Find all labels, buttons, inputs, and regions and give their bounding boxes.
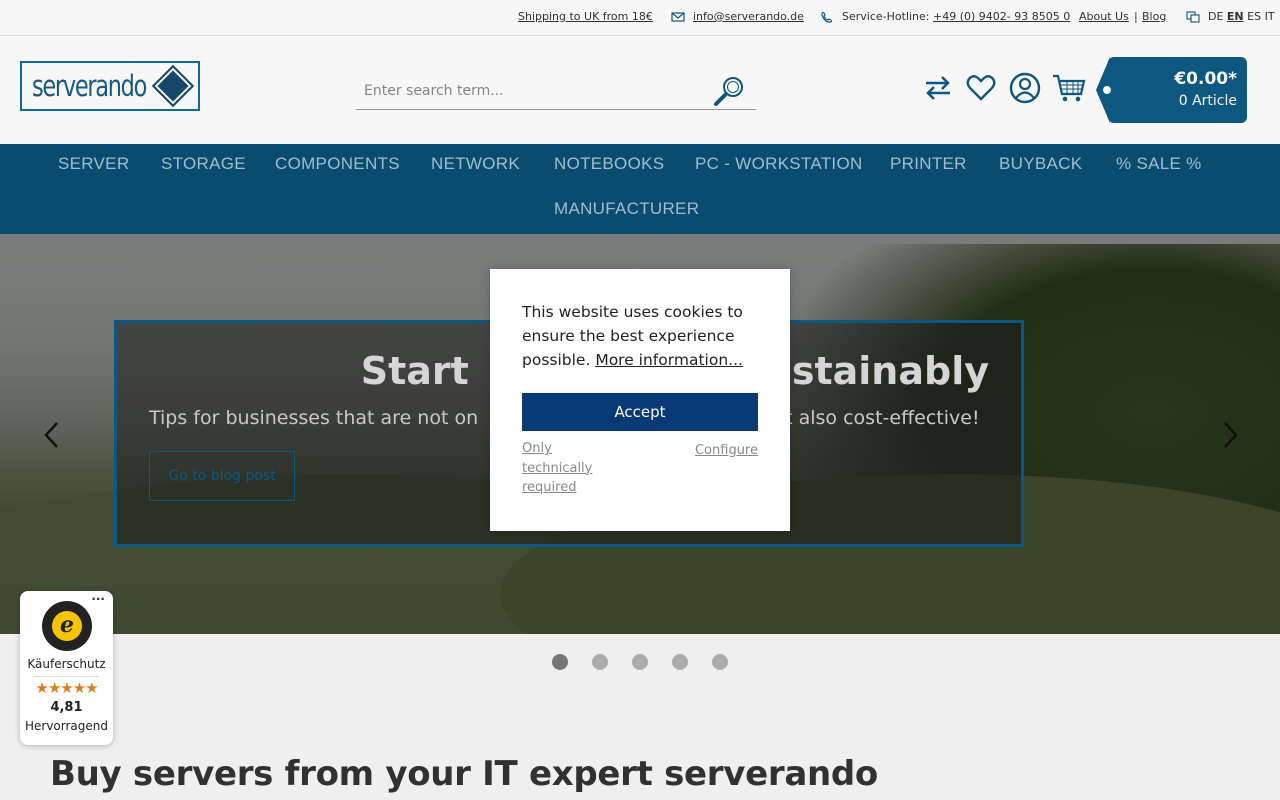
language-icon: [1186, 11, 1200, 23]
phone-icon: [821, 11, 833, 23]
slider-dot-3[interactable]: [632, 654, 648, 670]
configure-link[interactable]: Configure: [695, 443, 758, 458]
hotline-number-link[interactable]: +49 (0) 9402- 93 8505 0: [933, 10, 1070, 23]
more-information-link[interactable]: More information...: [595, 351, 743, 369]
nav-item-printer[interactable]: PRINTER: [890, 154, 967, 174]
nav-item-buyback[interactable]: BUYBACK: [999, 154, 1082, 174]
lang-es[interactable]: ES: [1247, 10, 1261, 23]
hero-subtitle-right: t also cost-effective!: [785, 407, 980, 429]
nav-item-manufacturer[interactable]: MANUFACTURER: [554, 199, 699, 219]
nav-item-server[interactable]: SERVER: [58, 154, 129, 174]
cart-tag-hole: [1103, 86, 1111, 94]
only-required-link[interactable]: Only technically required: [522, 439, 612, 498]
rating-stars-icon: ★★★★★: [35, 679, 98, 697]
about-us-link[interactable]: About Us: [1079, 10, 1129, 23]
slider-dot-2[interactable]: [592, 654, 608, 670]
nav-item-components[interactable]: COMPONENTS: [275, 154, 400, 174]
slider-dots: [0, 634, 1280, 690]
hotline-group: Service-Hotline: +49 (0) 9402- 93 8505 0: [820, 10, 1070, 23]
nav-item-storage[interactable]: STORAGE: [161, 154, 246, 174]
slider-prev-arrow-icon[interactable]: [40, 420, 64, 450]
nav-item-sale[interactable]: % SALE %: [1116, 154, 1202, 174]
rating-score: 4,81: [50, 700, 83, 715]
search-icon[interactable]: [712, 74, 746, 108]
nav-item-notebooks[interactable]: NOTEBOOKS: [554, 154, 664, 174]
blog-post-button[interactable]: Go to blog post: [149, 451, 295, 501]
cart-count: 0 Article: [1178, 93, 1237, 109]
hotline-label: Service-Hotline:: [842, 10, 930, 23]
site-logo[interactable]: serverando: [20, 61, 200, 111]
seal-letter: e: [52, 611, 82, 641]
cart-summary-button[interactable]: €0.00* 0 Article: [1096, 57, 1247, 123]
header: serverando €0.00* 0 Article: [0, 36, 1280, 144]
lang-en[interactable]: EN: [1227, 10, 1244, 23]
blog-link[interactable]: Blog: [1142, 10, 1166, 23]
nav-item-pc-workstation[interactable]: PC - WORKSTATION: [695, 154, 863, 174]
top-bar: Shipping to UK from 18€ info@serverando.…: [0, 0, 1280, 36]
lang-it[interactable]: IT: [1265, 10, 1275, 23]
logo-text: serverando: [32, 69, 147, 103]
account-user-icon[interactable]: [1009, 72, 1041, 104]
email-group: info@serverando.de: [671, 10, 804, 23]
mail-icon: [671, 12, 685, 22]
badge-more-icon[interactable]: ···: [91, 592, 105, 606]
trusted-shops-seal-icon: e: [42, 601, 92, 651]
badge-divider: [34, 676, 99, 677]
search-bar: [356, 72, 756, 110]
cookie-message: This website uses cookies to ensure the …: [522, 300, 762, 372]
lang-de[interactable]: DE: [1208, 10, 1223, 23]
main-content: Buy servers from your IT expert serveran…: [0, 690, 1280, 800]
hero-subtitle-left: Tips for businesses that are not on: [149, 407, 479, 429]
cart-price: €0.00*: [1174, 69, 1237, 89]
slider-next-arrow-icon[interactable]: [1218, 420, 1242, 450]
logo-diamond-icon: [151, 64, 195, 108]
slider-dot-4[interactable]: [672, 654, 688, 670]
page-heading: Buy servers from your IT expert serveran…: [50, 754, 878, 794]
cookie-consent-modal: This website uses cookies to ensure the …: [490, 269, 790, 531]
slider-dot-1[interactable]: [552, 654, 568, 670]
language-switcher: DE EN ES IT: [1186, 10, 1275, 23]
email-link[interactable]: info@serverando.de: [693, 10, 804, 23]
cart-icon[interactable]: [1052, 72, 1086, 104]
hero-title-right: ustainably: [764, 349, 989, 393]
rating-grade: Hervorragend: [24, 719, 108, 733]
main-navigation: SERVER STORAGE COMPONENTS NETWORK NOTEBO…: [0, 144, 1280, 234]
accept-cookies-button[interactable]: Accept: [522, 393, 758, 431]
trusted-shops-badge[interactable]: ··· e Käuferschutz ★★★★★ 4,81 Hervorrage…: [20, 591, 113, 745]
slider-dot-5[interactable]: [712, 654, 728, 670]
hero-title-left: Start: [360, 349, 469, 393]
wishlist-heart-icon[interactable]: [965, 72, 997, 104]
topbar-separator: |: [1134, 10, 1138, 23]
nav-item-network[interactable]: NETWORK: [431, 154, 520, 174]
shipping-link[interactable]: Shipping to UK from 18€: [518, 10, 653, 23]
badge-label: Käuferschutz: [27, 657, 106, 671]
compare-icon[interactable]: [922, 72, 954, 104]
search-input[interactable]: [364, 80, 704, 102]
